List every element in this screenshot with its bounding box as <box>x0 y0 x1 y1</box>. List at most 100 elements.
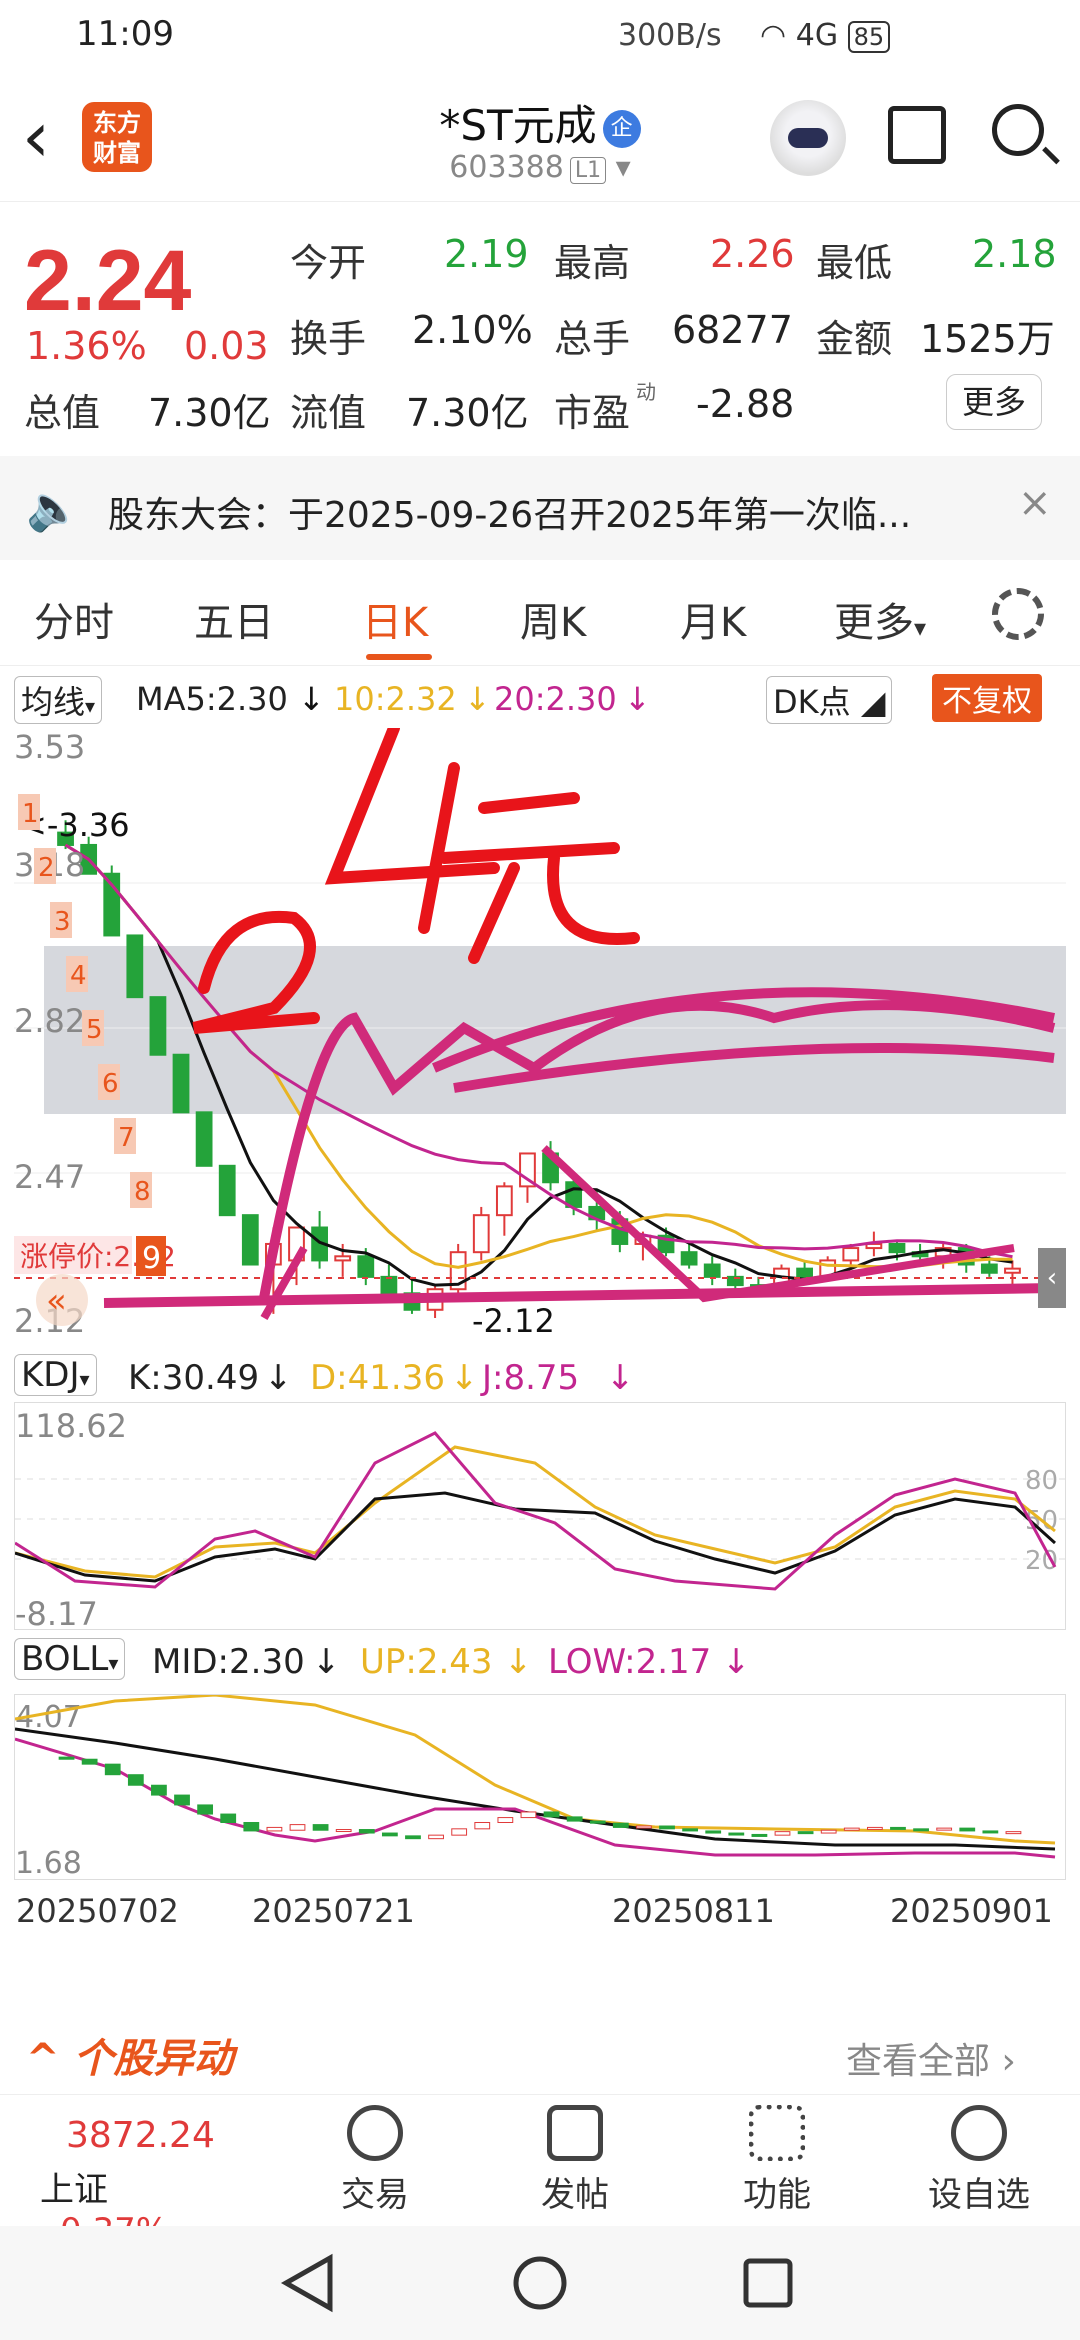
tab-more-label: 更多 <box>834 600 914 646</box>
index-value: 3872.24 <box>66 2115 215 2156</box>
boll-candle <box>405 1835 421 1840</box>
close-icon[interactable]: × <box>1018 480 1052 526</box>
boll-low-arrow: ↓ <box>722 1642 751 1682</box>
tab-weekly-k[interactable]: 周K <box>520 590 586 648</box>
boll-legend: BOLL▾ MID:2.30 ↓ UP:2.43 ↓ LOW:2.17 ↓ <box>0 1634 1080 1686</box>
mktcap-value: 7.30亿 <box>148 391 271 435</box>
view-all-text: 查看全部 <box>846 2041 991 2082</box>
ma20-value: 20:2.30 <box>494 680 617 718</box>
kdj-k-value: K:30.49 <box>128 1358 260 1398</box>
boll-candle <box>959 1827 976 1832</box>
system-nav-svg <box>280 2253 793 2313</box>
boll-candle <box>451 1828 468 1836</box>
share-icon[interactable] <box>888 106 946 164</box>
adjust-button[interactable]: 不复权 <box>932 674 1042 722</box>
caret-down-icon: ▾ <box>79 1367 90 1391</box>
kdj-chart[interactable]: 118.62 -8.17 80 50 20 <box>14 1402 1066 1633</box>
kline-chart[interactable]: 3.53 3.18 2.82 2.47 2.12 <-3.36 -2.12 涨停… <box>14 728 1066 1348</box>
collapse-icon[interactable]: ‹ <box>1038 1248 1066 1308</box>
nav-function-label: 功能 <box>743 2175 811 2215</box>
dk-point-button[interactable]: DK点 ◢ <box>766 676 893 724</box>
more-button[interactable]: 更多 <box>946 374 1042 430</box>
boll-candle <box>890 1826 906 1830</box>
low-value: 2.18 <box>972 232 1057 276</box>
scribble-base <box>103 1283 1055 1308</box>
boll-candle <box>728 1832 745 1836</box>
boll-candle <box>197 1804 214 1815</box>
quote-panel: 2.24 1.36% 0.03 今开 2.19 最高 2.26 最低 2.18 … <box>0 202 1080 452</box>
boll-candle <box>589 1820 606 1824</box>
nav-trade[interactable]: 交易 <box>300 2095 450 2225</box>
back-nav-icon[interactable] <box>280 2253 333 2313</box>
boll-candle <box>127 1774 144 1786</box>
boll-candle <box>289 1824 306 1831</box>
home-nav-icon[interactable] <box>513 2256 567 2310</box>
wifi-icon: ◠ <box>760 18 787 53</box>
kdj-j-arrow: ↓ <box>606 1358 635 1398</box>
announcement-bar[interactable]: 🔈 股东大会：于2025-09-26召开2025年第一次临... × <box>0 456 1080 560</box>
period-tabs: 分时 五日 日K 周K 月K 更多▾ <box>0 568 1080 666</box>
nav-watchlist-label: 设自选 <box>928 2175 1030 2215</box>
kdj-max: 118.62 <box>15 1407 127 1445</box>
level-badge: L1 <box>569 157 607 184</box>
signal-icon: 4G <box>795 18 839 53</box>
boll-candle <box>866 1826 883 1830</box>
boll-mid-value: MID:2.30 <box>152 1642 305 1682</box>
view-all-link[interactable]: 查看全部 › <box>846 2032 1016 2084</box>
pe-sup: 动 <box>636 380 656 404</box>
boll-candle <box>751 1833 768 1837</box>
caret-down-icon: ▾ <box>85 694 96 718</box>
caret-down-icon: ▾ <box>914 614 927 642</box>
date-axis: 20250702 20250721 20250811 20250901 <box>14 1886 1066 1946</box>
caret-down-icon: ▾ <box>108 1651 119 1675</box>
high-value: 2.26 <box>710 232 795 276</box>
battery-level: 85 <box>853 23 885 51</box>
boll-candle <box>820 1829 837 1834</box>
last-price: 2.24 <box>24 233 192 329</box>
system-nav-bar <box>0 2226 1080 2340</box>
grid-icon <box>749 2105 805 2161</box>
index-ticker[interactable]: 3872.24 上证 0.37% <box>40 2115 240 2251</box>
float-value: 7.30亿 <box>406 391 529 435</box>
nav-post-label: 发帖 <box>541 2175 609 2215</box>
network-speed: 300B/s <box>618 18 722 53</box>
handwriting-overlay <box>103 728 1056 1320</box>
nav-post[interactable]: 发帖 <box>500 2095 650 2225</box>
boll-selector[interactable]: BOLL▾ <box>14 1638 126 1680</box>
kdj-k-arrow: ↓ <box>264 1358 293 1398</box>
recents-nav-icon[interactable] <box>743 2258 793 2308</box>
tab-more[interactable]: 更多▾ <box>834 590 926 648</box>
stock-title: *ST元成 <box>439 101 597 150</box>
bottom-nav: 3872.24 上证 0.37% 交易 发帖 功能 设自选 <box>0 2094 1080 2251</box>
tab-five-day[interactable]: 五日 <box>194 590 274 648</box>
boll-candle <box>982 1830 999 1834</box>
robot-avatar-icon[interactable] <box>770 100 846 176</box>
speaker-icon: 🔈 <box>26 483 81 534</box>
status-bar: 11:09 300B/s ◠ 4G 85 <box>0 0 1080 72</box>
status-time: 11:09 <box>76 14 174 54</box>
nav-function[interactable]: 功能 <box>702 2095 852 2225</box>
tab-daily-k[interactable]: 日K <box>362 590 428 648</box>
tab-monthly-k[interactable]: 月K <box>680 590 746 648</box>
indicator-selector[interactable]: 均线▾ <box>14 676 103 724</box>
nav-watchlist[interactable]: 设自选 <box>904 2095 1054 2225</box>
tab-intraday[interactable]: 分时 <box>34 590 114 648</box>
kdj-min: -8.17 <box>15 1595 98 1629</box>
kdj-selector[interactable]: KDJ▾ <box>14 1354 97 1396</box>
date-label-2: 20250721 <box>252 1892 415 1930</box>
high-label: 最高 <box>554 241 631 285</box>
anomaly-title-text: 个股异动 <box>73 2036 234 2082</box>
search-icon[interactable] <box>992 104 1044 156</box>
boll-chart[interactable]: 4.07 1.68 <box>14 1693 1066 1881</box>
kdj-legend: KDJ▾ K:30.49 ↓ D:41.36 ↓ J:8.75 ↓ <box>0 1350 1080 1402</box>
open-label: 今开 <box>290 241 367 285</box>
gear-icon[interactable] <box>992 588 1044 640</box>
kdj-level-80: 80 <box>1025 1466 1058 1496</box>
kdj-j-value: J:8.75 <box>482 1358 580 1398</box>
volume-value: 68277 <box>672 308 793 352</box>
boll-candle <box>497 1817 514 1823</box>
boll-min: 1.68 <box>15 1846 82 1879</box>
boll-up-arrow: ↓ <box>504 1642 533 1682</box>
anomaly-title[interactable]: ^ 个股异动 <box>26 2026 233 2084</box>
enterprise-badge: 企 <box>602 109 641 148</box>
